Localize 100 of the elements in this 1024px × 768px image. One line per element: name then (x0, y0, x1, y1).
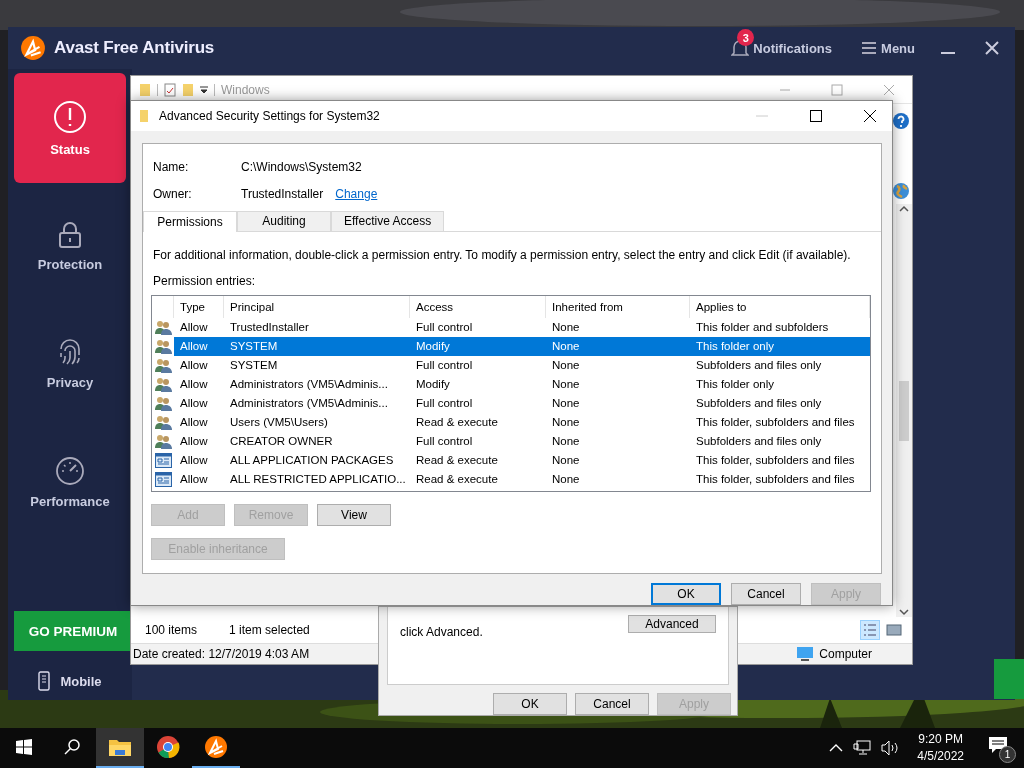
table-cell-text: Read & execute (415, 472, 499, 488)
clock-date[interactable]: 4/5/2022 (917, 748, 964, 765)
item-count: 100 items (145, 623, 198, 637)
selection-count: 1 item selected (229, 623, 310, 637)
globe-icon (892, 181, 910, 201)
package-icon (155, 471, 172, 487)
clock-time[interactable]: 9:20 PM (918, 731, 963, 748)
users-icon (155, 376, 172, 392)
package-icon (155, 452, 172, 468)
maximize-icon[interactable] (810, 109, 822, 122)
nav-item[interactable]: Performance (14, 427, 126, 537)
start-icon[interactable] (16, 739, 32, 755)
field-label: Name: (153, 159, 190, 174)
mobile-link[interactable]: Mobile (60, 673, 102, 689)
nav-label: Status (50, 141, 90, 157)
table-cell-text: CREATOR OWNER (229, 434, 334, 450)
nav-item[interactable]: Protection (14, 191, 126, 301)
avast-logo-icon (204, 735, 228, 759)
browser-icon (156, 735, 180, 759)
dropdown-icon[interactable] (200, 85, 208, 94)
table-cell-text: Modify (415, 377, 451, 393)
table-cell-text: Full control (415, 358, 474, 374)
info-text: For additional information, double-click a permission entry. To modify a permission entry, select the entry and click Edit (if available). (152, 246, 852, 262)
search-icon[interactable] (63, 738, 81, 756)
scroll-thumb[interactable] (899, 380, 909, 441)
table-cell-text: Read & execute (415, 415, 499, 431)
tab[interactable]: Effective Access (331, 210, 445, 231)
close-icon[interactable] (864, 109, 876, 122)
column-header[interactable]: Type (174, 295, 224, 318)
menu-icon[interactable] (862, 42, 877, 54)
nav-label: Privacy (46, 374, 94, 390)
table-cell: Allow (174, 336, 224, 356)
nav-item[interactable]: Privacy (14, 309, 126, 419)
table-cell-text: Administrators (VM5\Adminis... (229, 396, 389, 412)
table-cell-text: Allow (179, 434, 209, 450)
table-cell-text: None (551, 453, 581, 469)
table-cell-text: Subfolders and files only (695, 396, 823, 412)
monitor-icon (796, 646, 815, 662)
column-header[interactable]: Principal (224, 295, 410, 318)
dialog-button[interactable]: OK (493, 693, 567, 715)
dialog-title: Advanced Security Settings for System32 (159, 108, 380, 123)
table-cell-text: TrustedInstaller (229, 320, 310, 336)
nav-item[interactable]: Status (14, 73, 126, 183)
table-cell-text: This folder, subfolders and files (695, 472, 856, 488)
table-cell-text: ALL RESTRICTED APPLICATIO... (229, 472, 407, 488)
nav-label: Performance (30, 493, 110, 509)
app-title: Avast Free Antivirus (54, 38, 215, 58)
entry-button[interactable]: View (317, 503, 391, 526)
window-title: Windows (221, 82, 270, 97)
table-cell-text: Allow (179, 377, 209, 393)
table-cell: Modify (410, 336, 546, 356)
field-label: Owner: (153, 186, 193, 201)
table-cell: SYSTEM (224, 336, 410, 356)
menu-link[interactable]: Menu (881, 40, 915, 56)
fingerprint-icon (57, 338, 83, 367)
table-cell-text: Subfolders and files only (695, 434, 823, 450)
location-label: Computer (819, 647, 872, 661)
table-cell-text: None (551, 434, 581, 450)
table-cell-text: This folder, subfolders and files (695, 415, 856, 431)
table-cell-text: Full control (415, 320, 474, 336)
users-icon (155, 433, 172, 449)
notifications-link[interactable]: Notifications (753, 40, 833, 56)
hint-text: click Advanced. (400, 625, 483, 639)
lock-icon (58, 220, 82, 249)
scroll-up-icon[interactable] (899, 204, 909, 214)
nav-label: Protection (37, 256, 103, 272)
advanced-button[interactable]: Advanced (628, 615, 716, 633)
details-text: Date created: 12/7/2019 4:03 AM (133, 647, 310, 661)
table-cell: This folder only (690, 336, 870, 356)
properties-icon[interactable] (164, 82, 176, 97)
scrollbar[interactable] (896, 204, 912, 617)
notification-badge: 3 (737, 29, 755, 46)
help-icon[interactable] (892, 112, 910, 130)
table-cell-text: Allow (179, 472, 209, 488)
folder-icon (108, 737, 132, 757)
dialog-button[interactable]: Cancel (575, 693, 649, 715)
section-label: Permission entries: (152, 272, 257, 288)
taskbar-app[interactable] (96, 728, 144, 768)
chevron-up-icon[interactable] (829, 743, 844, 753)
table-cell-text: Allow (179, 453, 209, 469)
table-cell-text: Full control (415, 396, 474, 412)
table-cell-text: This folder only (695, 377, 775, 393)
premium-button[interactable]: GO PREMIUM (14, 611, 132, 651)
dialog-button[interactable]: Cancel (731, 583, 801, 605)
column-header[interactable]: Inherited from (546, 295, 690, 318)
tab[interactable]: Auditing (237, 210, 331, 231)
owner-value: TrustedInstaller (241, 186, 324, 201)
network-icon[interactable] (853, 740, 872, 756)
change-link[interactable]: Change (335, 186, 378, 201)
table-cell-text: Allow (179, 320, 209, 336)
gauge-icon (55, 455, 85, 486)
table-cell-text: None (551, 472, 581, 488)
folder-icon (139, 108, 149, 123)
dialog-button[interactable]: OK (651, 583, 721, 605)
tab[interactable]: Permissions (143, 210, 237, 232)
scroll-down-icon[interactable] (899, 607, 909, 617)
table-cell-text: This folder and subfolders (695, 320, 830, 336)
column-header[interactable]: Access (410, 295, 546, 318)
column-header[interactable]: Applies to (690, 295, 870, 318)
table-cell-text: Allow (179, 358, 209, 374)
